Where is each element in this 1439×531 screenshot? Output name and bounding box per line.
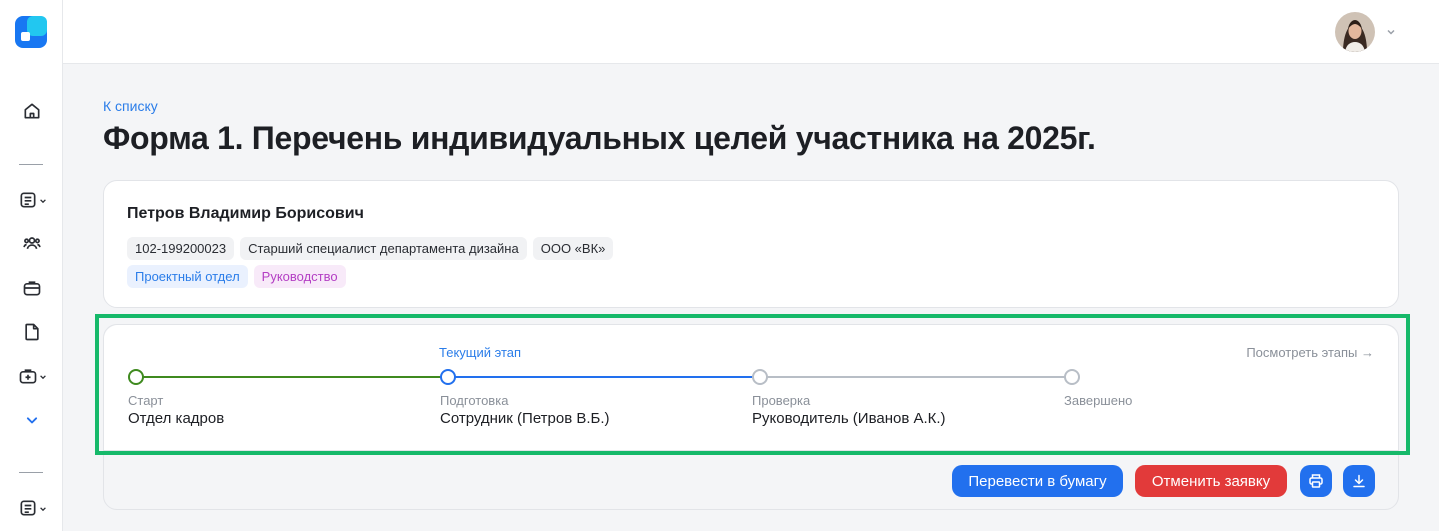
users-icon — [23, 237, 41, 250]
sidebar-item-documents-2[interactable] — [12, 493, 52, 523]
stage-owner: Руководитель (Иванов А.К.) — [752, 410, 946, 427]
stage-owner: Отдел кадров — [128, 410, 225, 427]
page-title: Форма 1. Перечень индивидуальных целей у… — [103, 120, 1096, 156]
sidebar-divider — [19, 472, 43, 473]
sidebar-item-cases[interactable] — [12, 273, 52, 303]
home-icon — [24, 103, 40, 119]
person-name: Петров Владимир Борисович — [127, 205, 364, 222]
file-icon — [25, 323, 39, 341]
stages-progress: Текущий этап Посмотреть этапы → Старт От… — [104, 325, 1398, 451]
sidebar-item-files[interactable] — [12, 317, 52, 347]
person-card: Петров Владимир Борисович 102-199200023 … — [103, 180, 1399, 308]
stage-dot-review — [752, 369, 768, 385]
current-stage-label: Текущий этап — [439, 345, 522, 360]
sidebar-expand-button[interactable] — [12, 405, 52, 435]
download-button[interactable] — [1343, 465, 1375, 497]
stage-dot-done — [1064, 369, 1080, 385]
back-to-list-link[interactable]: К списку — [103, 98, 158, 114]
briefcase-icon — [23, 281, 41, 296]
download-icon — [1353, 474, 1365, 488]
stage-label: Завершено — [1064, 393, 1133, 408]
stage-label: Старт — [128, 393, 164, 408]
workflow-panel: Текущий этап Посмотреть этапы → Старт От… — [103, 324, 1399, 510]
stage-label: Подготовка — [440, 393, 509, 408]
position-tag: Старший специалист департамента дизайна — [240, 237, 527, 260]
document-list-icon — [20, 500, 35, 516]
stage-dot-start — [128, 369, 144, 385]
medkit-icon — [19, 369, 36, 384]
chevron-down-icon — [39, 199, 46, 204]
chevron-down-icon[interactable] — [1385, 26, 1397, 38]
app-logo[interactable] — [15, 16, 47, 48]
stage-connector-pending — [760, 376, 1072, 378]
sidebar-item-documents[interactable] — [12, 185, 52, 215]
sidebar-item-users[interactable] — [12, 228, 52, 258]
top-bar — [63, 0, 1439, 64]
print-button[interactable] — [1300, 465, 1332, 497]
person-tags: 102-199200023 Старший специалист департа… — [127, 237, 614, 260]
chevron-down-icon — [26, 417, 38, 424]
stage-owner: Сотрудник (Петров В.Б.) — [440, 410, 610, 427]
stage-connector-current — [448, 376, 760, 378]
cancel-request-button[interactable]: Отменить заявку — [1135, 465, 1287, 497]
department-tag: Проектный отдел — [127, 265, 248, 288]
print-icon — [1309, 474, 1323, 488]
stage-label: Проверка — [752, 393, 811, 408]
user-avatar[interactable] — [1335, 12, 1375, 52]
chevron-down-icon — [39, 375, 46, 380]
sidebar-item-medical[interactable] — [12, 361, 52, 391]
sidebar — [0, 0, 63, 531]
chevron-down-icon — [39, 507, 46, 512]
sidebar-divider — [19, 164, 43, 165]
stage-connector-done — [136, 376, 448, 378]
view-stages-link[interactable]: Посмотреть этапы → — [1246, 345, 1374, 360]
convert-to-paper-button[interactable]: Перевести в бумагу — [952, 465, 1123, 497]
stage-dot-prep — [440, 369, 456, 385]
department-tags: Проектный отдел Руководство — [127, 265, 346, 288]
role-tag: Руководство — [253, 265, 346, 288]
sidebar-item-home[interactable] — [12, 96, 52, 126]
employee-id-tag: 102-199200023 — [127, 237, 235, 260]
document-list-icon — [20, 192, 35, 208]
company-tag: ООО «ВК» — [532, 237, 614, 260]
